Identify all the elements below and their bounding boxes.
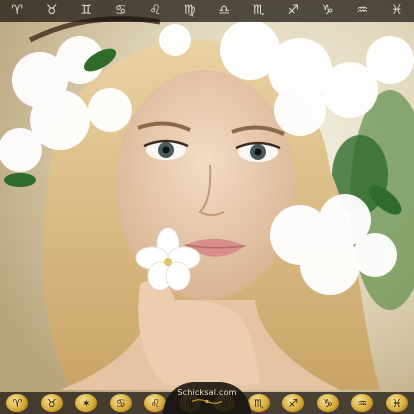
virgo-icon[interactable]: ♍	[176, 0, 204, 22]
aquarius-icon[interactable]: ♒	[348, 0, 376, 22]
portrait-photo	[0, 0, 414, 414]
gold-bull-icon[interactable]: ♉	[40, 394, 63, 412]
gold-butterfly-icon[interactable]: ✶	[75, 394, 98, 412]
zodiac-nav-top: ♈ ♉ ♊ ♋ ♌ ♍ ♎ ♏ ♐ ♑ ♒ ♓	[0, 0, 414, 22]
gold-waterbearer-icon[interactable]: ♒	[351, 394, 374, 412]
gemini-icon[interactable]: ♊	[72, 0, 100, 22]
leo-icon[interactable]: ♌	[141, 0, 169, 22]
logo-ornament-icon	[191, 399, 223, 404]
taurus-icon[interactable]: ♉	[38, 0, 66, 22]
scorpio-icon[interactable]: ♏	[245, 0, 273, 22]
gold-crab-icon[interactable]: ♋	[109, 394, 132, 412]
aries-icon[interactable]: ♈	[3, 0, 31, 22]
sagittarius-icon[interactable]: ♐	[279, 0, 307, 22]
libra-icon[interactable]: ♎	[210, 0, 238, 22]
capricorn-icon[interactable]: ♑	[314, 0, 342, 22]
gold-archer-icon[interactable]: ♐	[282, 394, 305, 412]
gold-fish-icon[interactable]: ♓	[385, 394, 408, 412]
logo-text: Schicksal.com	[177, 388, 237, 397]
horoscope-banner: ♈ ♉ ♊ ♋ ♌ ♍ ♎ ♏ ♐ ♑ ♒ ♓ ♈ ♉ ✶ ♋ ♌ ♍ ♎ ♏ …	[0, 0, 414, 414]
gold-scorpion-icon[interactable]: ♏	[247, 394, 270, 412]
gold-goat-icon[interactable]: ♑	[316, 394, 339, 412]
cancer-icon[interactable]: ♋	[107, 0, 135, 22]
pisces-icon[interactable]: ♓	[383, 0, 411, 22]
gold-ram-icon[interactable]: ♈	[6, 394, 29, 412]
